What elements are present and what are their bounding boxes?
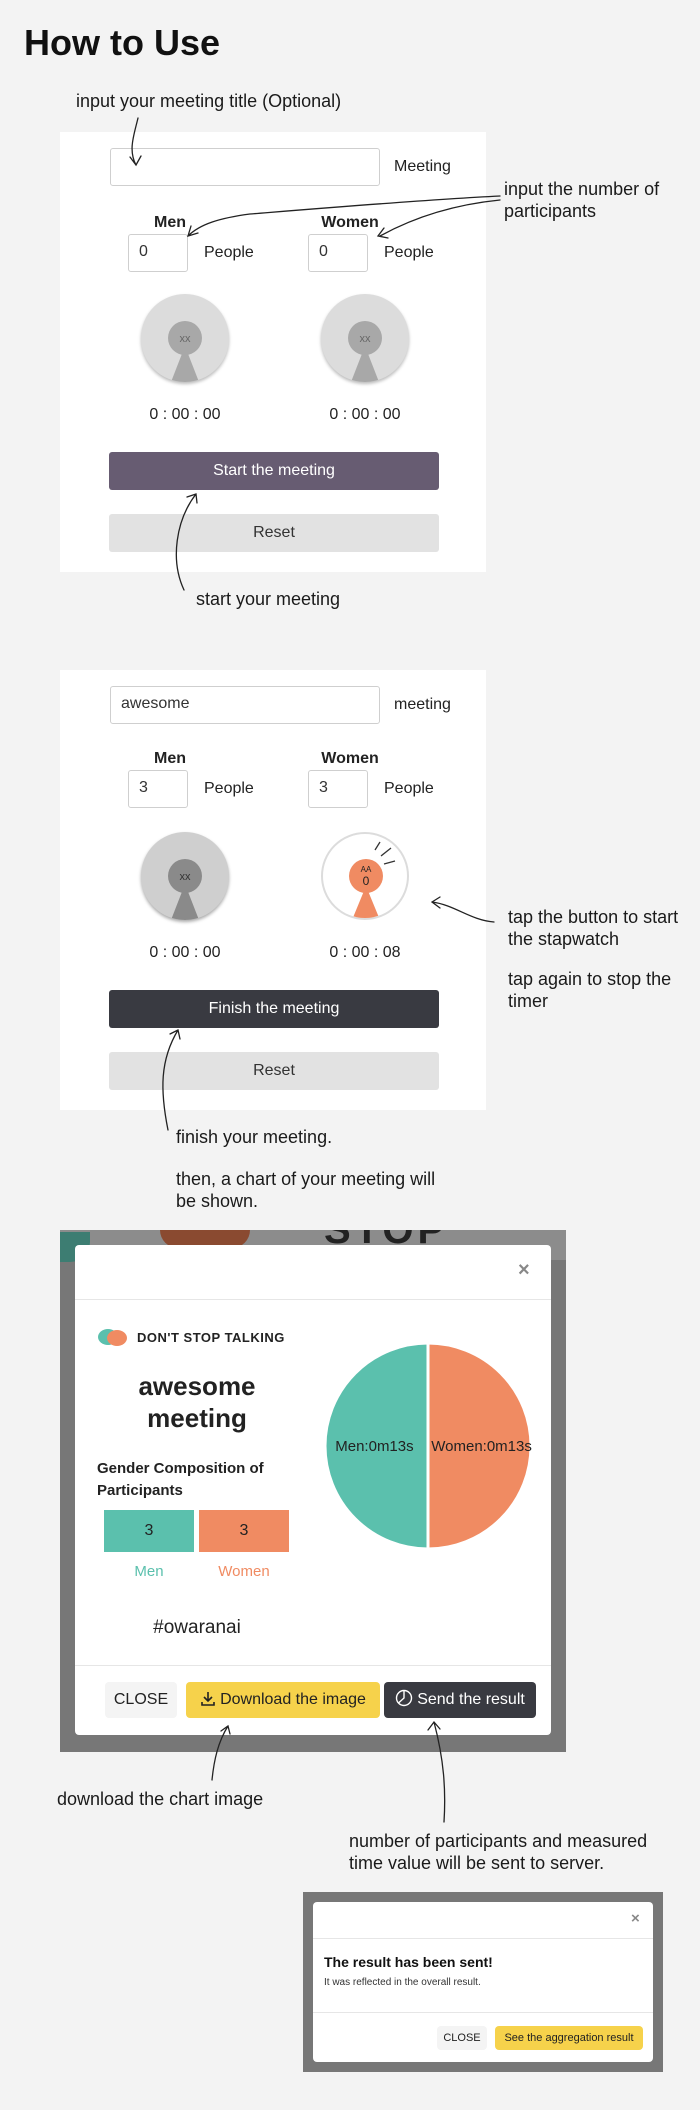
modal-footer-divider: [75, 1665, 551, 1666]
men-count-input[interactable]: 0: [128, 234, 188, 272]
speech-bubble-logo-icon: [98, 1329, 127, 1346]
women-timer: 0 : 00 : 00: [329, 406, 401, 423]
men-stopwatch-avatar[interactable]: xx: [141, 832, 229, 920]
women-stopwatch-avatar-active[interactable]: AA 0: [321, 832, 409, 920]
men-avatar-text: xx: [180, 871, 192, 883]
sent-body: It was reflected in the overall result.: [324, 1977, 481, 1988]
modal-divider: [75, 1299, 551, 1300]
start-hint-note: start your meeting: [196, 589, 341, 609]
women-timer: 0 : 00 : 08: [329, 944, 401, 961]
see-aggregation-button[interactable]: See the aggregation result: [495, 2026, 643, 2050]
person-icon: xx: [348, 321, 382, 382]
meeting-title-line2: meeting: [147, 1403, 247, 1433]
men-people-label: People: [204, 780, 254, 797]
close-icon[interactable]: ×: [631, 1910, 640, 1927]
pie-chart-icon: [395, 1689, 413, 1707]
download-image-button[interactable]: Download the image: [186, 1682, 380, 1718]
men-count-input[interactable]: 3: [128, 770, 188, 808]
women-label: Women: [321, 214, 379, 231]
running-panel: awesome meeting Men Women 3 People 3 Peo…: [60, 670, 486, 1110]
start-meeting-button[interactable]: Start the meeting: [109, 452, 439, 490]
page-title: How to Use: [24, 22, 221, 63]
download-hint-note: download the chart image: [57, 1789, 264, 1809]
women-count-input[interactable]: 3: [308, 770, 368, 808]
women-people-label: People: [384, 244, 434, 261]
men-stopwatch-avatar[interactable]: xx: [141, 294, 229, 382]
title-hint-note: input your meeting title (Optional): [76, 91, 342, 111]
meeting-title-suffix: Meeting: [394, 158, 451, 175]
women-avatar-text: 0: [363, 874, 370, 888]
send-hint-note-line1: number of participants and measured: [349, 1831, 648, 1851]
participants-hint-note-line2: participants: [504, 201, 597, 221]
sent-modal: × The result has been sent! It was refle…: [313, 1902, 653, 2062]
tap-hint-note-line4: timer: [508, 991, 548, 1011]
tap-hint-note-line2: the stapwatch: [508, 929, 620, 949]
pie-label-women: Women:0m13s: [431, 1438, 532, 1455]
women-avatar-text-top: AA: [361, 865, 372, 874]
women-count-box: 3: [199, 1510, 289, 1552]
sent-close-button[interactable]: CLOSE: [437, 2026, 487, 2050]
finish-hint-note-line2: then, a chart of your meeting will: [176, 1169, 436, 1189]
participants-hint-note-line1: input the number of: [504, 179, 660, 199]
person-icon: xx: [168, 321, 202, 382]
men-legend-label: Men: [134, 1563, 164, 1580]
send-result-button[interactable]: Send the result: [384, 1682, 536, 1718]
setup-panel: Meeting Men Women 0 People 0 People xx x…: [60, 132, 486, 572]
finish-hint-note-line1: finish your meeting.: [176, 1127, 333, 1147]
talking-person-icon: AA 0: [349, 841, 396, 918]
brand-name: DON'T STOP TALKING: [137, 1330, 285, 1345]
men-count-box: 3: [104, 1510, 194, 1552]
reset-button[interactable]: Reset: [109, 1052, 439, 1090]
meeting-title-input[interactable]: awesome: [110, 686, 380, 724]
men-label: Men: [154, 750, 186, 767]
women-people-label: People: [384, 780, 434, 797]
men-label: Men: [154, 214, 186, 231]
men-avatar-text: xx: [180, 333, 192, 345]
hashtag: #owaranai: [153, 1617, 241, 1638]
tap-hint-note-line1: tap the button to start: [508, 907, 679, 927]
download-icon: [201, 1692, 215, 1706]
modal-footer-divider: [313, 2012, 653, 2013]
close-button[interactable]: CLOSE: [105, 1682, 177, 1718]
sent-title: The result has been sent!: [324, 1954, 493, 1970]
meeting-title-suffix: meeting: [394, 696, 451, 713]
men-timer: 0 : 00 : 00: [149, 944, 221, 961]
finish-hint-note-line3: be shown.: [176, 1191, 259, 1211]
result-modal: × DON'T STOP TALKING awesome meeting Gen…: [75, 1245, 551, 1735]
result-modal-backdrop[interactable]: STOP × DON'T STOP TALKING awesome meetin…: [60, 1230, 566, 1752]
meeting-title-line1: awesome: [138, 1371, 256, 1401]
modal-divider: [313, 1938, 653, 1939]
women-stopwatch-avatar[interactable]: xx: [321, 294, 409, 382]
close-icon[interactable]: ×: [518, 1259, 530, 1282]
composition-title-line2: Participants: [97, 1482, 183, 1499]
men-timer: 0 : 00 : 00: [149, 406, 221, 423]
finish-meeting-button[interactable]: Finish the meeting: [109, 990, 439, 1028]
sent-modal-backdrop[interactable]: × The result has been sent! It was refle…: [303, 1892, 663, 2072]
meeting-title-input[interactable]: [110, 148, 380, 186]
composition-title-line1: Gender Composition of: [97, 1460, 264, 1477]
women-count-input[interactable]: 0: [308, 234, 368, 272]
men-people-label: People: [204, 244, 254, 261]
send-button-label: Send the result: [417, 1691, 525, 1708]
pie-label-men: Men:0m13s: [335, 1438, 413, 1455]
women-legend-label: Women: [218, 1563, 270, 1580]
reset-button[interactable]: Reset: [109, 514, 439, 552]
download-button-label: Download the image: [220, 1691, 366, 1708]
result-pie-chart: Men:0m13s Women:0m13s: [323, 1341, 533, 1551]
women-avatar-text: xx: [360, 333, 372, 345]
send-hint-note-line2: time value will be sent to server.: [349, 1853, 605, 1873]
women-label: Women: [321, 750, 379, 767]
tap-hint-note-line3: tap again to stop the: [508, 969, 672, 989]
person-icon: xx: [168, 859, 202, 920]
